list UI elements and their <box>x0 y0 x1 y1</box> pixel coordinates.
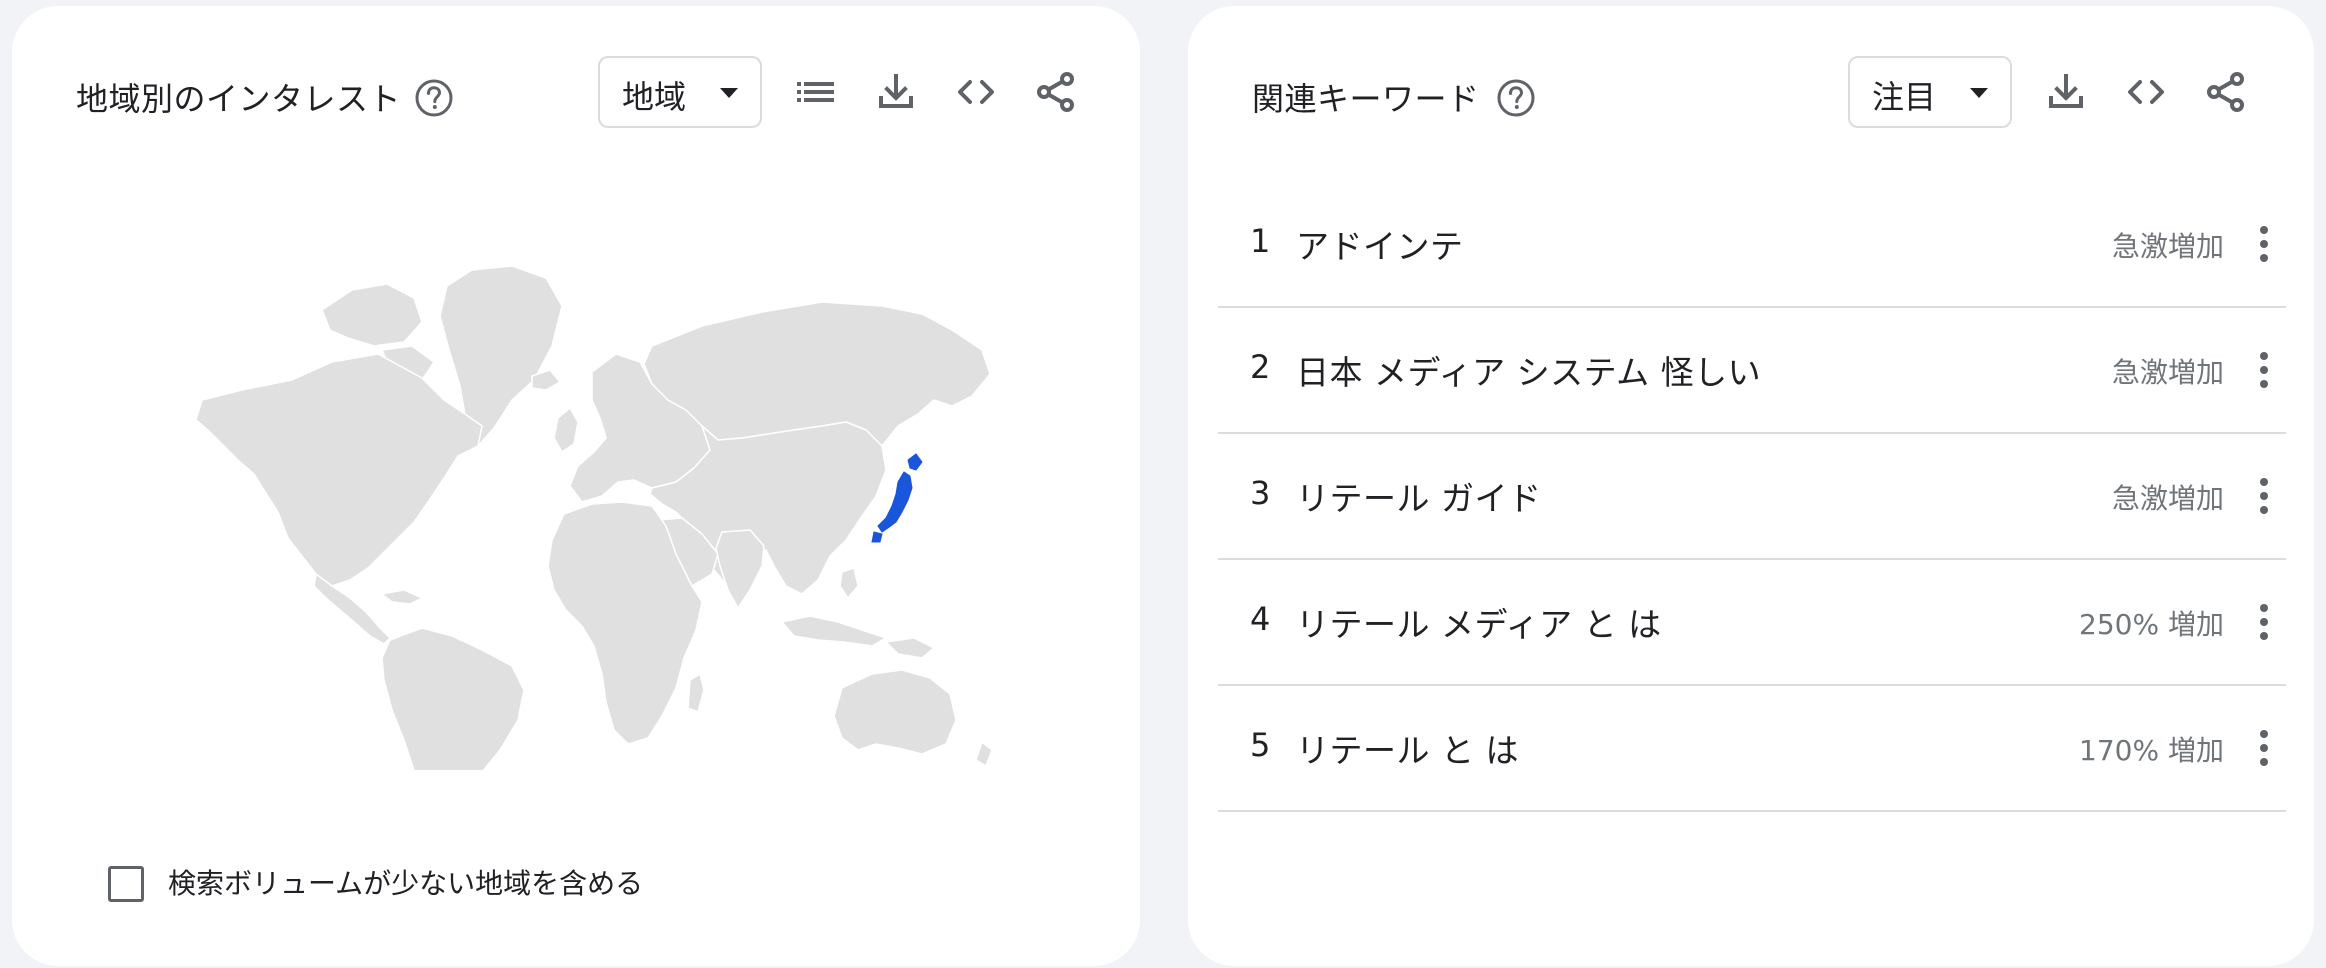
share-icon[interactable] <box>1028 64 1084 120</box>
download-icon[interactable] <box>868 64 924 120</box>
list-item[interactable]: 2 日本 メディア システム 怪しい 急激増加 <box>1218 308 2286 434</box>
world-map[interactable] <box>182 250 1002 871</box>
item-rank: 4 <box>1250 600 1271 638</box>
list-item[interactable]: 4 リテール メディア と は 250% 増加 <box>1218 560 2286 686</box>
item-rank: 5 <box>1250 726 1271 764</box>
help-circle-icon[interactable] <box>1496 78 1536 118</box>
region-new-guinea <box>885 637 935 659</box>
item-rank: 1 <box>1250 222 1271 260</box>
region-indonesia <box>781 615 887 647</box>
item-value: 急激増加 <box>2111 230 2224 263</box>
region-new-zealand <box>975 741 993 767</box>
region-central-america <box>313 573 391 645</box>
region-south-america <box>381 627 525 871</box>
interest-by-region-card: 地域別のインタレスト 地域 検索ボリュームが少ない地域を含める <box>12 6 1140 966</box>
item-term[interactable]: リテール と は <box>1296 724 1519 772</box>
item-value: 250% 増加 <box>2079 608 2224 641</box>
region-japan <box>877 471 913 533</box>
list-item[interactable]: 1 アドインテ 急激増加 <box>1218 182 2286 308</box>
item-value: 170% 増加 <box>2079 734 2224 767</box>
region-north-america <box>195 353 483 587</box>
region-japan-hokkaido <box>907 453 923 471</box>
region-madagascar <box>687 673 705 713</box>
more-vertical-icon[interactable] <box>2244 724 2284 772</box>
dropdown-label: 注目 <box>1872 78 1937 116</box>
region-japan-kyushu <box>871 531 883 543</box>
help-circle-icon[interactable] <box>414 78 454 118</box>
list-icon[interactable] <box>788 64 844 120</box>
region-philippines <box>839 567 859 599</box>
related-queries-card: 関連キーワード 注目 1 アドインテ 急激増加 2 日本 メディア システム 怪… <box>1188 6 2314 966</box>
sort-dropdown[interactable]: 注目 <box>1848 56 2012 128</box>
caret-down-icon <box>720 88 738 98</box>
card-title: 関連キーワード <box>1252 80 1480 118</box>
related-queries-list: 1 アドインテ 急激増加 2 日本 メディア システム 怪しい 急激増加 3 リ… <box>1218 182 2286 812</box>
card-title: 地域別のインタレスト <box>76 80 402 118</box>
item-term[interactable]: 日本 メディア システム 怪しい <box>1296 346 1761 394</box>
world-map-svg <box>195 265 993 871</box>
item-value: 急激増加 <box>2111 356 2224 389</box>
item-term[interactable]: リテール メディア と は <box>1296 598 1662 646</box>
item-term[interactable]: アドインテ <box>1296 220 1464 268</box>
more-vertical-icon[interactable] <box>2244 346 2284 394</box>
more-vertical-icon[interactable] <box>2244 598 2284 646</box>
item-rank: 2 <box>1250 348 1271 386</box>
region-india <box>715 529 765 609</box>
list-item[interactable]: 3 リテール ガイド 急激増加 <box>1218 434 2286 560</box>
more-vertical-icon[interactable] <box>2244 220 2284 268</box>
region-uk <box>553 407 579 453</box>
region-australia <box>833 669 957 755</box>
list-item[interactable]: 5 リテール と は 170% 増加 <box>1218 686 2286 812</box>
dropdown-label: 地域 <box>622 78 687 116</box>
item-value: 急激増加 <box>2111 482 2224 515</box>
caret-down-icon <box>1970 88 1988 98</box>
code-embed-icon[interactable] <box>948 64 1004 120</box>
region-caribbean <box>381 589 423 605</box>
more-vertical-icon[interactable] <box>2244 472 2284 520</box>
region-arctic-islands <box>321 283 423 347</box>
resolution-dropdown[interactable]: 地域 <box>598 56 762 128</box>
include-low-volume-checkbox[interactable] <box>108 866 144 902</box>
share-icon[interactable] <box>2198 64 2254 120</box>
download-icon[interactable] <box>2038 64 2094 120</box>
include-low-volume-label: 検索ボリュームが少ない地域を含める <box>168 867 644 900</box>
item-rank: 3 <box>1250 474 1271 512</box>
code-embed-icon[interactable] <box>2118 64 2174 120</box>
item-term[interactable]: リテール ガイド <box>1296 472 1542 520</box>
